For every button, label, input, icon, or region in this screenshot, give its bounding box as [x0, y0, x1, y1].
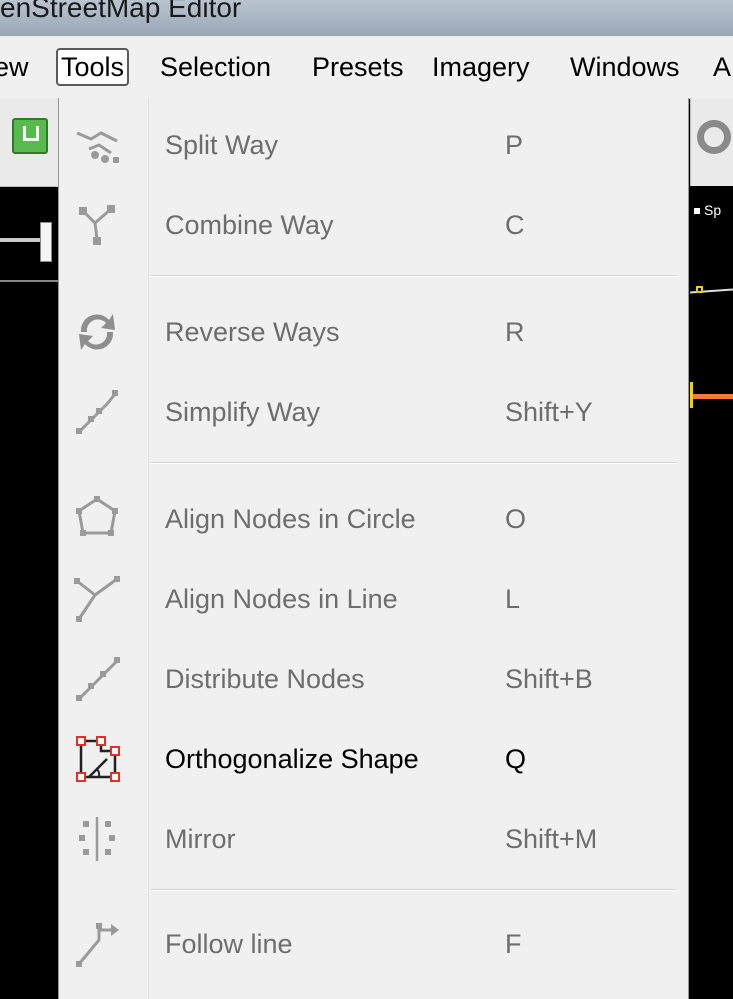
menu-imagery[interactable]: Imagery — [432, 50, 530, 84]
menu-item-mirror[interactable]: Mirror Shift+M — [59, 799, 688, 879]
tools-menu: Split Way P Combine Way C Reverse Ways R — [58, 98, 689, 999]
align-line-icon — [74, 576, 120, 622]
menu-item-combine-way[interactable]: Combine Way C — [59, 185, 688, 265]
menu-item-align-circle[interactable]: Align Nodes in Circle O — [59, 479, 688, 559]
menu-tools[interactable]: Tools — [56, 48, 130, 86]
menu-item-shortcut: R — [505, 317, 525, 347]
map-area[interactable]: Sp — [689, 98, 733, 999]
reverse-ways-icon — [79, 314, 115, 350]
mirror-icon — [79, 817, 115, 861]
menu-view[interactable]: ew — [0, 50, 29, 84]
window-title: enStreetMap Editor — [0, 0, 242, 23]
menu-item-shortcut: Shift+B — [505, 664, 593, 694]
menu-item-shortcut: L — [505, 584, 521, 614]
menu-item-shortcut: Shift+Y — [505, 397, 593, 427]
split-way-icon — [76, 131, 119, 163]
menu-windows[interactable]: Windows — [570, 50, 680, 84]
left-toolbar-strip — [0, 98, 58, 999]
menu-separator — [151, 889, 677, 891]
menu-item-shortcut: Shift+M — [505, 824, 598, 854]
menu-item-reverse-ways[interactable]: Reverse Ways R — [59, 292, 688, 372]
menu-item-split-way[interactable]: Split Way P — [59, 105, 688, 185]
title-bar: enStreetMap Editor — [0, 0, 733, 36]
reverse-ways-toolbar-icon[interactable] — [697, 120, 731, 154]
menu-separator — [151, 462, 677, 464]
menu-presets[interactable]: Presets — [312, 50, 404, 84]
menu-item-label: Reverse Ways — [165, 317, 340, 347]
orthogonalize-icon — [76, 736, 120, 782]
menu-item-shortcut: C — [505, 210, 525, 240]
menu-item-label: Align Nodes in Circle — [165, 504, 416, 534]
menu-item-follow-line[interactable]: Follow line F — [59, 904, 688, 984]
map-node[interactable] — [696, 286, 703, 293]
menu-bar: ew Tools Selection Presets Imagery Windo… — [0, 36, 733, 99]
menu-item-shortcut: F — [505, 929, 522, 959]
menu-separator — [151, 275, 677, 277]
menu-selection[interactable]: Selection — [160, 50, 271, 84]
menu-overflow[interactable]: A — [713, 50, 731, 84]
menu-item-shortcut: Q — [505, 744, 527, 774]
menu-item-shortcut: O — [505, 504, 527, 534]
simplify-way-icon — [76, 390, 118, 434]
menu-item-label: Simplify Way — [165, 397, 321, 427]
menu-item-orthogonalize-shape[interactable]: Orthogonalize Shape Q — [59, 719, 688, 799]
map-node-marker[interactable] — [690, 382, 693, 408]
zoom-slider-handle[interactable] — [40, 222, 52, 262]
menu-item-align-line[interactable]: Align Nodes in Line L — [59, 559, 688, 639]
distribute-nodes-icon — [76, 657, 120, 701]
follow-line-icon — [76, 923, 119, 967]
menu-item-label: Align Nodes in Line — [165, 584, 398, 614]
left-toolbar — [0, 98, 58, 187]
divider — [0, 280, 58, 282]
menu-item-distribute-nodes[interactable]: Distribute Nodes Shift+B — [59, 639, 688, 719]
menu-item-simplify-way[interactable]: Simplify Way Shift+Y — [59, 372, 688, 452]
combine-way-icon — [79, 205, 115, 245]
menu-item-label: Distribute Nodes — [165, 664, 365, 694]
download-icon[interactable] — [12, 118, 48, 154]
menu-item-label: Split Way — [165, 130, 279, 160]
right-toolbar — [690, 98, 733, 186]
menu-item-shortcut: P — [505, 130, 524, 160]
menu-item-label: Follow line — [165, 929, 293, 959]
map-way-highlight[interactable] — [690, 394, 733, 399]
menu-item-label: Orthogonalize Shape — [165, 744, 419, 774]
align-circle-icon — [76, 496, 118, 536]
map-label: Sp — [694, 202, 721, 218]
menu-item-label: Mirror — [165, 824, 236, 854]
menu-item-label: Combine Way — [165, 210, 334, 240]
